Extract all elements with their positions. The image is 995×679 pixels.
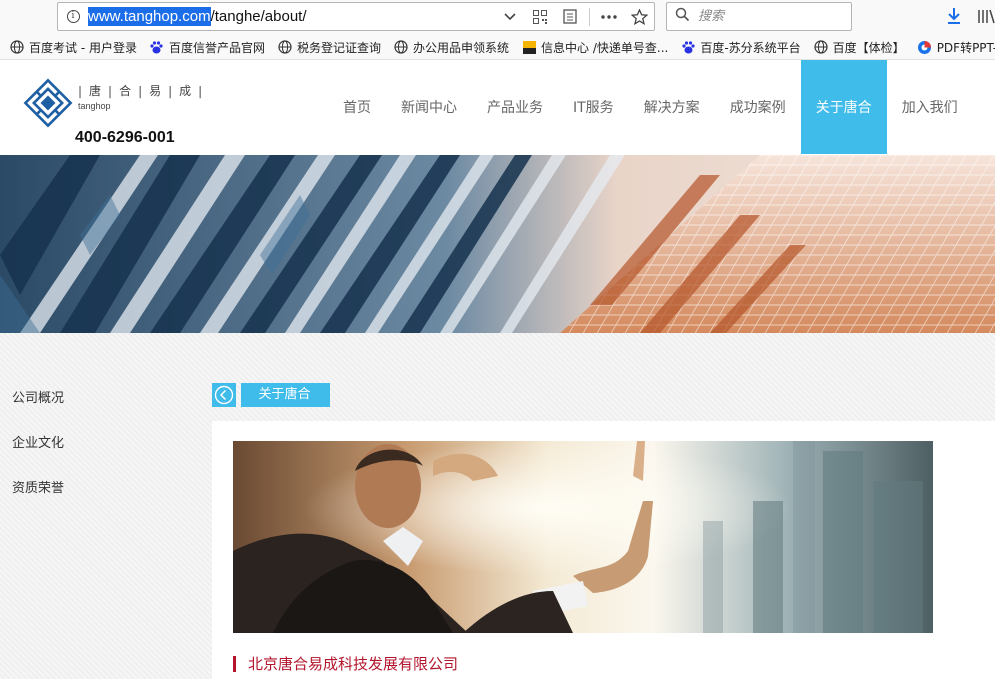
baidu-paw-icon <box>149 39 165 55</box>
qr-code-icon[interactable] <box>525 3 555 30</box>
nav-home[interactable]: 首页 <box>328 60 386 154</box>
nav-news[interactable]: 新闻中心 <box>386 60 472 154</box>
bookmark-label: PDF转PPT- <box>936 40 995 55</box>
bookmark-label: 信息中心 /快递单号查... <box>541 40 669 55</box>
reader-view-icon[interactable] <box>555 3 585 30</box>
bookmark-item[interactable]: PDF转PPT- <box>917 39 995 56</box>
logo-name: |唐|合|易|成| <box>78 84 210 98</box>
bookmark-label: 办公用品申领系统 <box>413 40 510 55</box>
logo-knot-icon[interactable] <box>23 78 73 128</box>
bookmark-item[interactable]: 百度【体检】 <box>813 39 905 56</box>
nav-products[interactable]: 产品业务 <box>472 60 558 154</box>
bookmark-star-icon[interactable] <box>624 3 654 30</box>
site-info-icon[interactable]: i <box>58 3 88 30</box>
phone-number: 400-6296-001 <box>75 129 175 146</box>
bookmark-item[interactable]: 信息中心 /快递单号查... <box>521 39 668 56</box>
bookmark-label: 百度【体检】 <box>832 40 905 55</box>
bookmark-item[interactable]: 税务登记证查询 <box>277 39 381 56</box>
nav-solutions[interactable]: 解决方案 <box>629 60 715 154</box>
nav-join[interactable]: 加入我们 <box>887 60 973 154</box>
download-icon[interactable] <box>942 6 966 26</box>
bookmark-label: 百度-苏分系统平台 <box>700 40 801 55</box>
breadcrumb-label: 关于唐合 <box>241 383 330 407</box>
hero-banner <box>0 155 995 333</box>
search-box[interactable] <box>666 2 852 31</box>
hpb-icon <box>521 39 537 55</box>
baidu-paw-icon <box>680 39 696 55</box>
url-path: /tanghe/about/ <box>210 8 307 25</box>
main-panel: 北京唐合易成科技发展有限公司 <box>212 421 995 679</box>
sidebar-item-culture[interactable]: 企业文化 <box>12 434 64 479</box>
bookmarks-bar: 百度考试 - 用户登录 百度信誉产品官网 税务登记证查询 办公用品申领系统 信息… <box>0 35 995 59</box>
bookmark-label: 百度考试 - 用户登录 <box>29 40 137 55</box>
bookmark-label: 百度信誉产品官网 <box>168 40 265 55</box>
nav-cases[interactable]: 成功案例 <box>715 60 801 154</box>
search-input[interactable] <box>698 9 838 24</box>
globe-icon <box>9 39 25 55</box>
back-circle-icon[interactable] <box>212 383 236 407</box>
bookmark-item[interactable]: 百度考试 - 用户登录 <box>9 39 137 56</box>
main-nav: 首页 新闻中心 产品业务 IT服务 解决方案 成功案例 关于唐合 加入我们 <box>328 60 973 155</box>
chevron-down-icon[interactable] <box>495 3 525 30</box>
address-bar[interactable]: i www.tanghop.com/tanghe/about/ <box>57 2 655 31</box>
nav-about[interactable]: 关于唐合 <box>800 60 887 154</box>
bookmark-label: 税务登记证查询 <box>296 40 381 55</box>
title-accent-bar <box>233 655 236 672</box>
side-nav: 公司概况 企业文化 资质荣誉 <box>12 389 64 524</box>
sidebar-item-overview[interactable]: 公司概况 <box>12 389 64 434</box>
logo-subtitle: tanghop <box>78 101 111 111</box>
url-highlight: www.tanghop.com <box>88 7 211 26</box>
nav-it-services[interactable]: IT服务 <box>558 60 629 154</box>
globe-icon <box>813 39 829 55</box>
globe-icon <box>393 39 409 55</box>
pdf-icon <box>917 39 933 55</box>
more-actions-icon[interactable] <box>594 3 624 30</box>
company-title: 北京唐合易成科技发展有限公司 <box>233 653 458 674</box>
browser-toolbar: i www.tanghop.com/tanghe/about/ 搜索 百度考试 … <box>0 0 995 60</box>
bookmark-item[interactable]: 百度-苏分系统平台 <box>680 39 801 56</box>
sidebar-item-honors[interactable]: 资质荣誉 <box>12 479 64 524</box>
bookmark-item[interactable]: 办公用品申领系统 <box>393 39 509 56</box>
company-name: 北京唐合易成科技发展有限公司 <box>248 655 459 673</box>
url-text[interactable]: www.tanghop.com/tanghe/about/ <box>88 7 307 26</box>
site-header: |唐|合|易|成| tanghop 400-6296-001 首页 新闻中心 产… <box>0 60 995 155</box>
search-icon <box>675 7 690 26</box>
hero-photo <box>233 441 933 633</box>
globe-icon <box>277 39 293 55</box>
library-icon[interactable] <box>974 6 995 26</box>
content-area: 公司概况 企业文化 资质荣誉 关于唐合 北京唐合易成科技发展有限公司 <box>0 333 995 679</box>
breadcrumb: 关于唐合 <box>212 383 330 407</box>
bookmark-item[interactable]: 百度信誉产品官网 <box>149 39 265 56</box>
